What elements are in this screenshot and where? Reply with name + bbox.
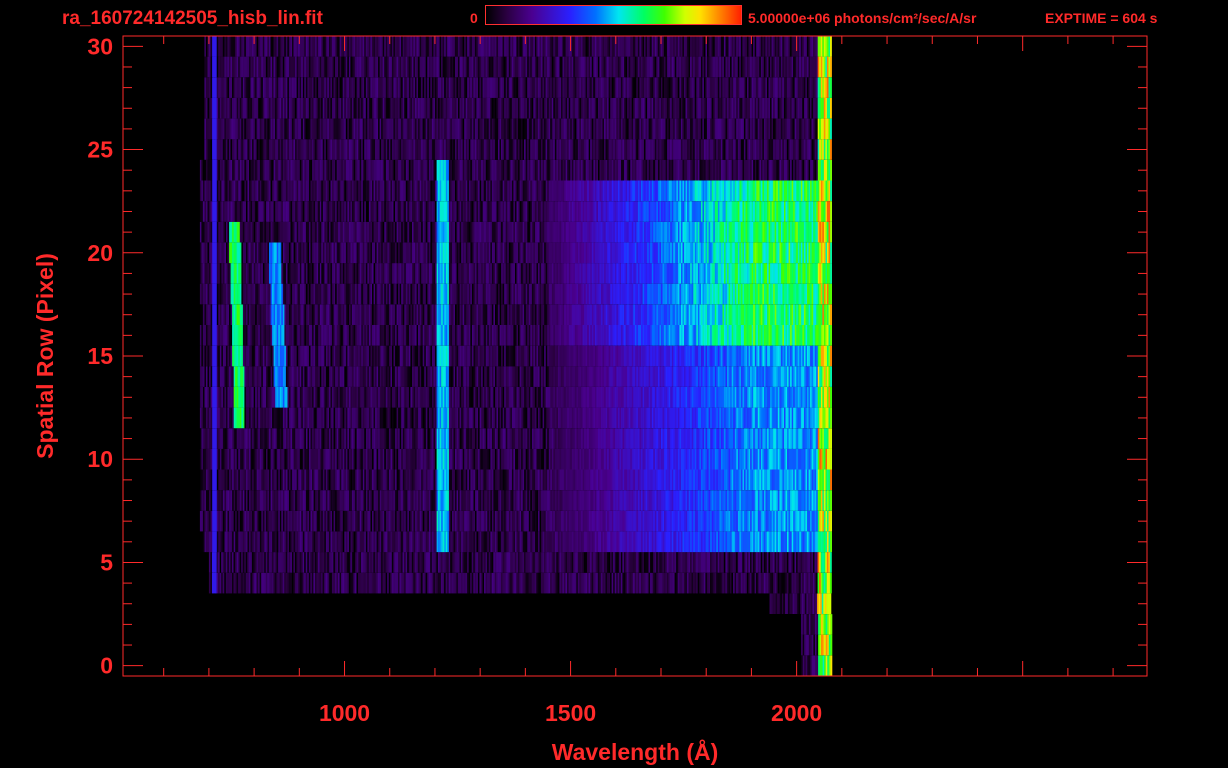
heatmap-cell	[829, 593, 832, 614]
heatmap-cell	[830, 428, 832, 449]
heatmap-cell	[830, 387, 832, 408]
heatmap-cell	[830, 531, 832, 553]
heatmap-cell	[830, 510, 832, 532]
heatmap-cell	[830, 469, 832, 491]
heatmap-cell	[830, 655, 833, 676]
heatmap-cell	[830, 634, 833, 656]
heatmap-cell	[829, 572, 832, 594]
spectrum-heatmap-chart: 1000 1500 2000051015202530 Wavelength (Å) …	[32, 33, 1148, 765]
heatmap-cell	[830, 614, 833, 635]
heatmap-cell	[830, 407, 832, 429]
heatmap-cell	[830, 366, 832, 387]
heatmap-cell	[829, 552, 832, 573]
heatmap-cells	[199, 36, 833, 676]
heatmap-cell	[830, 490, 832, 511]
heatmap-cell	[830, 448, 832, 470]
